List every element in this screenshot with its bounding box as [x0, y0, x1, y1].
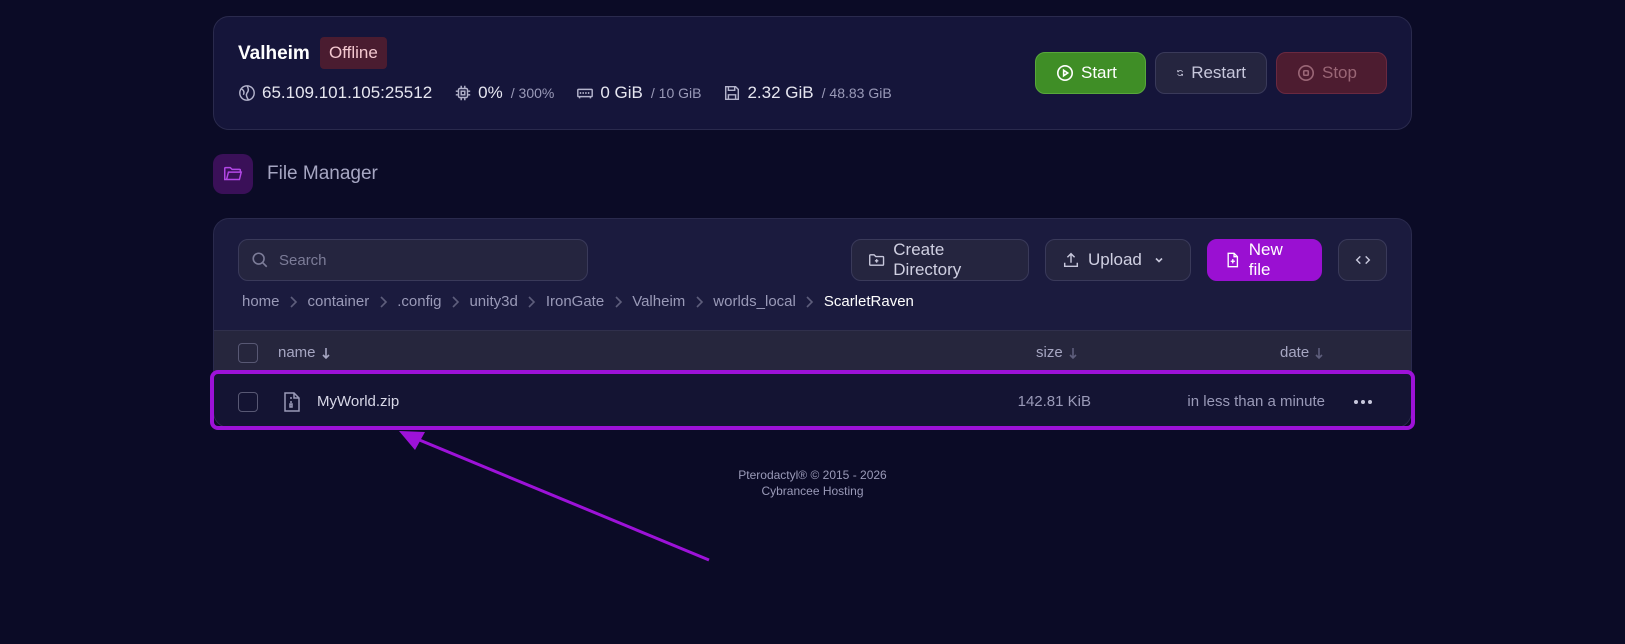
folder-icon-box [213, 154, 253, 194]
server-stats: 65.109.101.105:25512 0% / 300% 0 GiB / 1… [238, 83, 892, 103]
breadcrumb-current: ScarletRaven [823, 293, 914, 310]
file-archive-icon [283, 392, 301, 412]
memory-value: 0 GiB [600, 83, 643, 102]
memory-icon [577, 88, 594, 99]
file-name[interactable]: MyWorld.zip [317, 393, 399, 410]
footer: Pterodactyl® © 2015 - 2026 Cybrancee Hos… [0, 467, 1625, 499]
code-icon [1355, 255, 1370, 265]
cpu-icon [455, 85, 471, 101]
breadcrumb-config[interactable]: .config [397, 293, 441, 310]
new-file-label: New file [1248, 240, 1283, 279]
folder-open-icon [224, 166, 243, 181]
chevron-right-icon [604, 295, 632, 309]
file-manager-heading: File Manager [213, 154, 378, 194]
server-name: Valheim [238, 43, 310, 64]
upload-label: Upload [1088, 250, 1142, 269]
arrow-down-icon [1069, 347, 1077, 359]
refresh-icon [1177, 70, 1183, 76]
footer-host: Cybrancee Hosting [761, 484, 864, 498]
breadcrumb-irongate[interactable]: IronGate [546, 293, 604, 310]
status-badge: Offline [320, 37, 387, 69]
chevron-right-icon [280, 295, 308, 309]
cpu-value: 0% [478, 83, 503, 102]
page-title: File Manager [267, 163, 378, 184]
file-date: in less than a minute [1187, 393, 1325, 410]
upload-button[interactable]: Upload [1045, 239, 1191, 281]
memory-usage: 0 GiB / 10 GiB [576, 83, 701, 103]
chevron-right-icon [796, 295, 824, 309]
file-plus-icon [1227, 252, 1239, 268]
search-box [238, 239, 588, 281]
new-file-button[interactable]: New file [1207, 239, 1322, 281]
code-view-button[interactable] [1338, 239, 1387, 281]
cpu-usage: 0% / 300% [454, 83, 554, 103]
search-icon [252, 252, 268, 268]
restart-button[interactable]: Restart [1155, 52, 1267, 94]
restart-label: Restart [1191, 63, 1246, 82]
column-size-label: size [1036, 344, 1063, 361]
more-options-icon[interactable] [1351, 394, 1375, 410]
folder-plus-icon [869, 254, 885, 266]
file-toolbar: Create Directory Upload New file [851, 239, 1387, 281]
footer-copyright: Pterodactyl® © 2015 - 2026 [738, 468, 887, 482]
breadcrumb-unity3d[interactable]: unity3d [469, 293, 517, 310]
table-header: name size date [214, 330, 1411, 374]
start-button[interactable]: Start [1035, 52, 1146, 94]
column-size[interactable]: size [1036, 344, 1078, 361]
breadcrumb-home[interactable]: home [242, 293, 280, 310]
disk-usage: 2.32 GiB / 48.83 GiB [723, 83, 892, 103]
select-all-checkbox[interactable] [238, 343, 258, 363]
file-size: 142.81 KiB [1017, 393, 1091, 410]
file-manager-card: Create Directory Upload New file home co… [213, 218, 1412, 428]
row-checkbox[interactable] [238, 392, 258, 412]
memory-limit: / 10 GiB [650, 85, 702, 101]
disk-value: 2.32 GiB [747, 83, 814, 102]
column-date[interactable]: date [1280, 344, 1324, 361]
create-directory-button[interactable]: Create Directory [851, 239, 1029, 281]
chevron-right-icon [518, 295, 546, 309]
stop-circle-icon [1297, 64, 1315, 82]
power-controls: Start Restart Stop [1035, 52, 1387, 94]
server-status-card: Valheim Offline 65.109.101.105:25512 0% … [213, 16, 1412, 130]
chevron-right-icon [441, 295, 469, 309]
arrow-down-icon [321, 347, 330, 359]
breadcrumb-worlds-local[interactable]: worlds_local [713, 293, 796, 310]
create-directory-label: Create Directory [893, 240, 962, 279]
upload-icon [1063, 252, 1079, 268]
column-name[interactable]: name [278, 344, 331, 361]
column-name-label: name [278, 344, 316, 361]
disk-limit: / 48.83 GiB [821, 85, 892, 101]
cpu-limit: / 300% [510, 85, 555, 101]
chevron-right-icon [685, 295, 713, 309]
server-address: 65.109.101.105:25512 [238, 83, 432, 103]
save-icon [725, 85, 740, 101]
table-row[interactable]: MyWorld.zip 142.81 KiB in less than a mi… [214, 374, 1411, 427]
breadcrumb-valheim[interactable]: Valheim [632, 293, 685, 310]
address-value: 65.109.101.105:25512 [262, 83, 433, 102]
play-circle-icon [1056, 64, 1074, 82]
globe-icon [239, 85, 255, 101]
search-input[interactable] [279, 251, 569, 269]
breadcrumb: home container .config unity3d IronGate … [242, 293, 914, 310]
chevron-down-icon [1155, 257, 1163, 263]
start-label: Start [1081, 63, 1117, 82]
arrow-down-icon [1315, 347, 1323, 359]
chevron-right-icon [369, 295, 397, 309]
stop-button[interactable]: Stop [1276, 52, 1387, 94]
breadcrumb-container[interactable]: container [308, 293, 370, 310]
stop-label: Stop [1322, 63, 1357, 82]
column-date-label: date [1280, 344, 1310, 361]
